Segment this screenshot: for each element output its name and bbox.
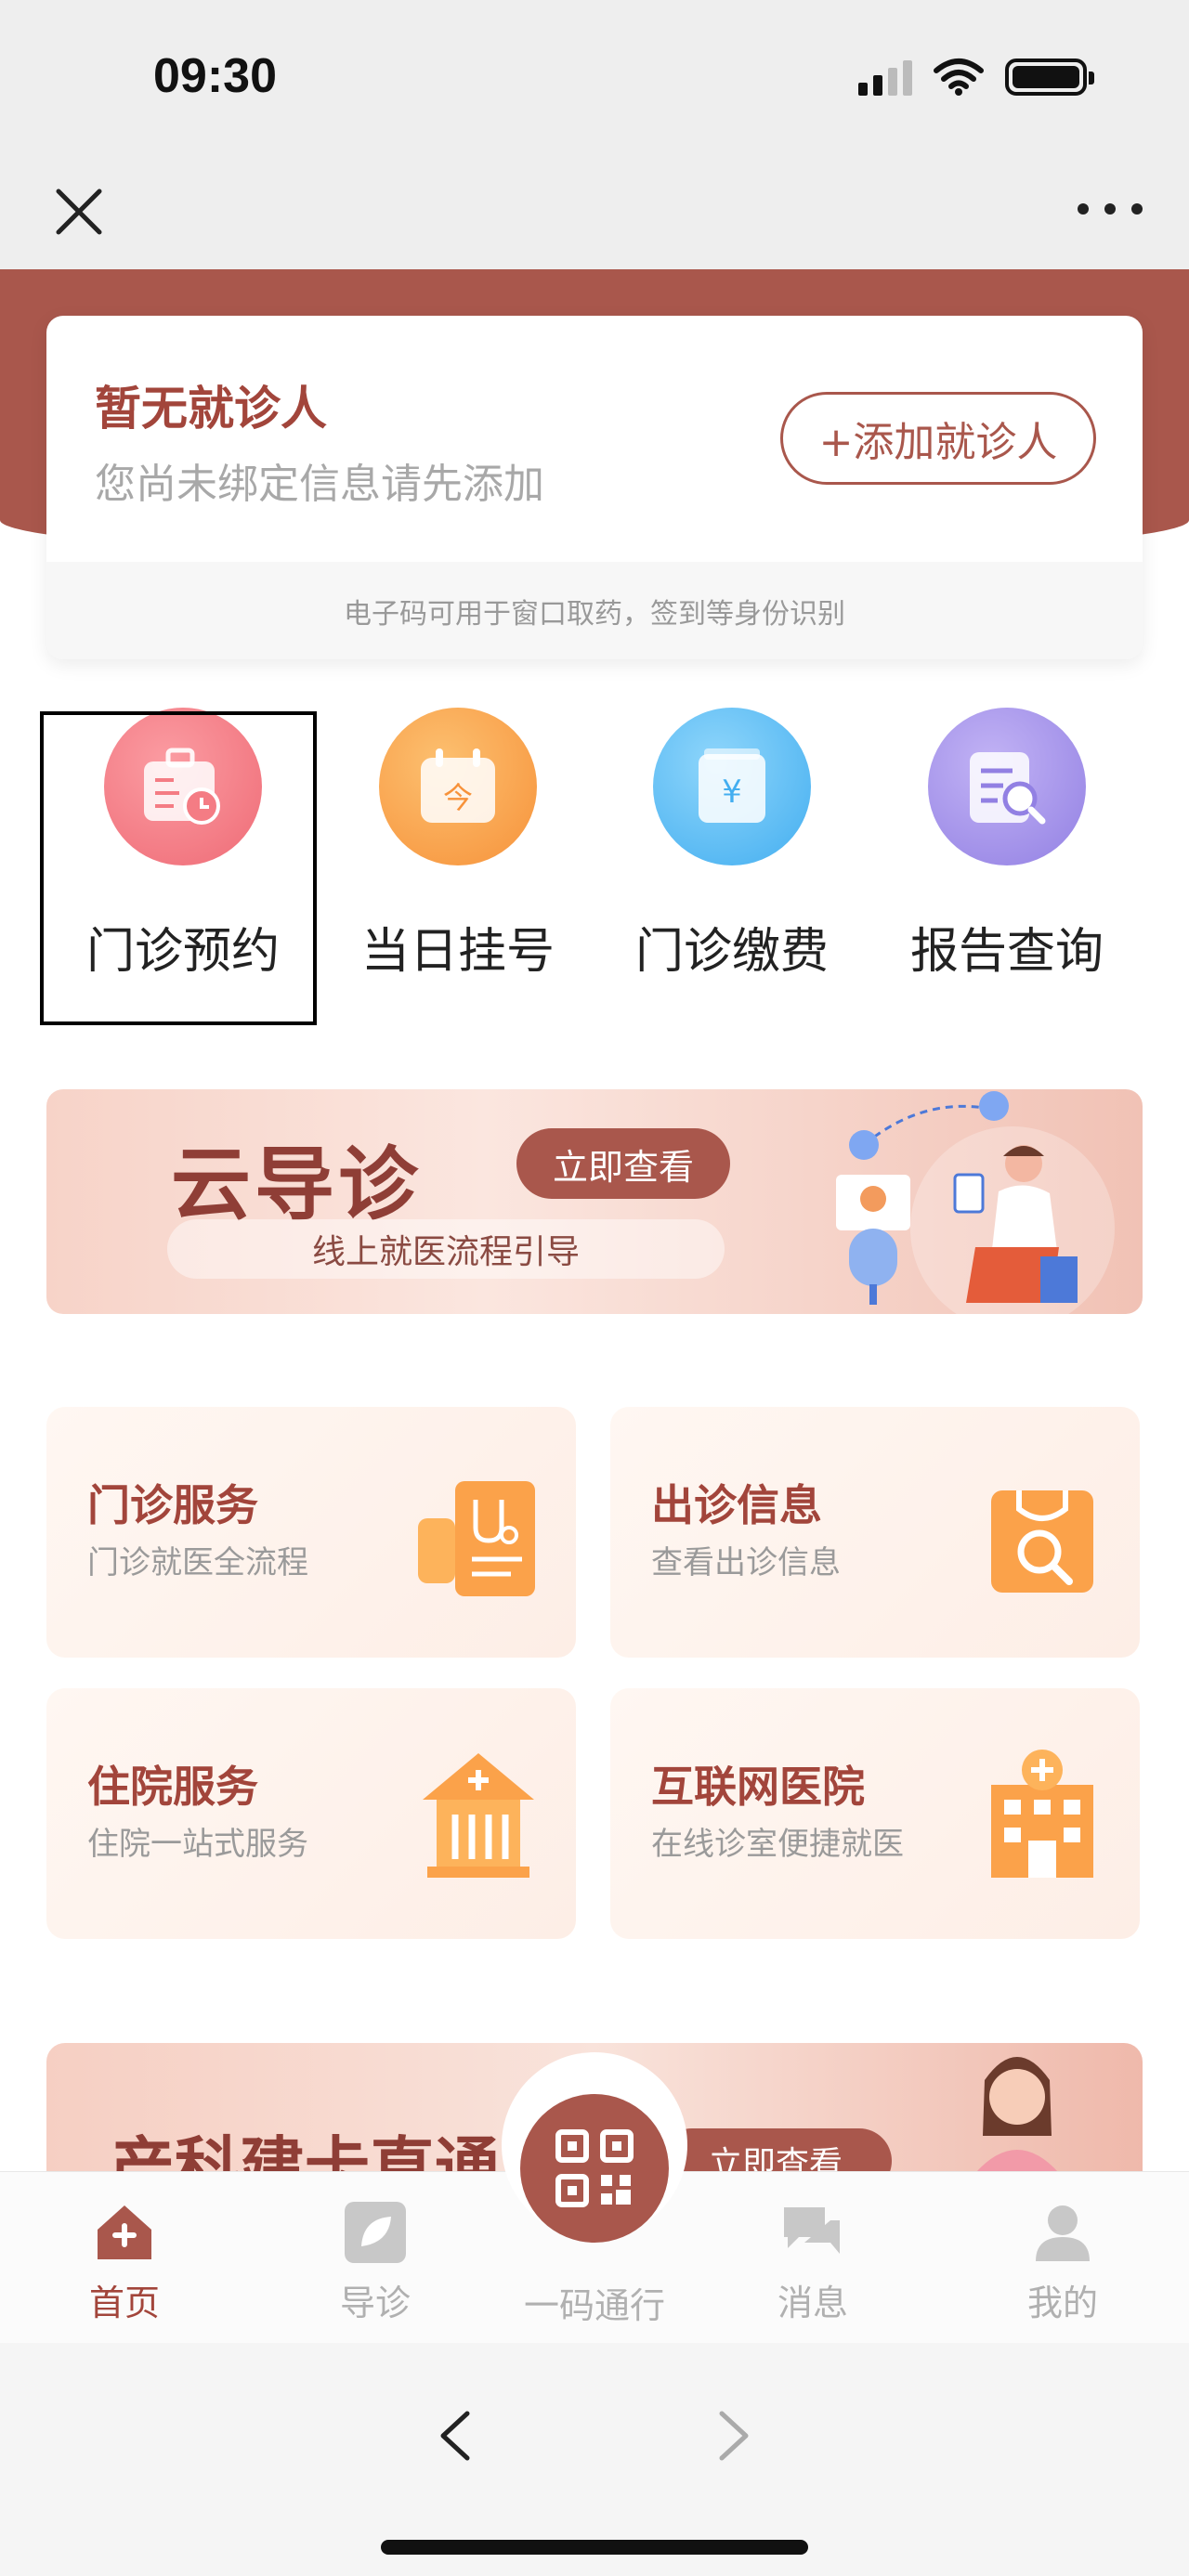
quick-action-outpatient-payment[interactable]: ¥ 门诊缴费 [611, 706, 853, 1021]
tab-label: 我的 [1026, 2283, 1098, 2323]
patient-title: 暂无就诊人 [95, 382, 327, 436]
service-card-outpatient[interactable]: 门诊服务 门诊就医全流程 [46, 1407, 576, 1658]
pregnant-woman-illustration [975, 2057, 1059, 2173]
quick-action-same-day-registration[interactable]: 今 当日挂号 [337, 706, 579, 1021]
report-search-icon [928, 708, 1086, 865]
svg-text:今: 今 [443, 780, 473, 815]
service-subtitle: 在线诊室便捷就医 [651, 1826, 904, 1863]
tab-qr-pass[interactable] [520, 2094, 669, 2243]
calendar-today-icon: 今 [379, 708, 537, 865]
user-icon [1036, 2205, 1090, 2261]
quick-action-label: 门诊缴费 [634, 924, 829, 980]
home-indicator[interactable] [381, 2540, 808, 2555]
patient-subtitle: 您尚未绑定信息请先添加 [95, 461, 544, 508]
service-title: 住院服务 [87, 1762, 258, 1812]
tab-guide[interactable]: 导诊 [292, 2200, 459, 2325]
payment-yen-icon: ¥ [653, 708, 811, 865]
status-icons [858, 58, 1094, 97]
nav-bar [0, 149, 1189, 269]
quick-action-label: 当日挂号 [360, 924, 555, 980]
close-icon[interactable] [51, 184, 107, 240]
service-subtitle: 门诊就医全流程 [87, 1544, 308, 1581]
service-subtitle: 查看出诊信息 [651, 1544, 841, 1581]
promo-banner-title: 产科建卡直通 [110, 2129, 500, 2173]
doctor-consult-illustration [836, 1091, 1115, 1314]
stethoscope-icon [418, 1481, 535, 1596]
status-time: 09:30 [153, 49, 277, 103]
guide-banner-title: 云导诊 [171, 1138, 422, 1231]
tab-label: 消息 [777, 2283, 848, 2323]
back-arrow-icon[interactable] [432, 2408, 478, 2464]
message-icon [784, 2207, 840, 2254]
service-title: 互联网医院 [651, 1762, 865, 1812]
cloud-guide-banner[interactable]: 云导诊 立即查看 线上就医流程引导 [46, 1089, 1143, 1314]
quick-action-label: 报告查询 [909, 924, 1104, 980]
tab-qr-label: 一码通行 [523, 2285, 665, 2326]
status-bar: 09:30 [0, 0, 1189, 149]
cellular-signal-icon [858, 59, 912, 96]
bag-search-icon [991, 1490, 1093, 1593]
tab-label: 首页 [88, 2283, 160, 2323]
svg-text:¥: ¥ [722, 774, 742, 811]
guide-view-now-button[interactable]: 立即查看 [516, 1128, 730, 1199]
forward-arrow-icon[interactable] [711, 2408, 757, 2464]
service-card-internet-hospital[interactable]: 互联网医院 在线诊室便捷就医 [610, 1688, 1140, 1939]
selection-highlight [40, 711, 317, 1025]
home-icon [98, 2205, 151, 2259]
guide-banner-subtitle: 线上就医流程引导 [167, 1219, 725, 1279]
guide-leaf-icon [345, 2202, 406, 2263]
add-patient-button[interactable]: +添加就诊人 [780, 392, 1096, 485]
tab-home[interactable]: 首页 [41, 2200, 208, 2325]
service-card-inpatient[interactable]: 住院服务 住院一站式服务 [46, 1688, 576, 1939]
qr-code-icon [555, 2129, 634, 2207]
quick-action-report-query[interactable]: 报告查询 [886, 706, 1128, 1021]
hospital-building-icon [423, 1753, 534, 1878]
internet-hospital-icon [991, 1750, 1093, 1878]
promo-view-now-button[interactable]: 立即查看 [660, 2128, 892, 2173]
battery-icon [1005, 59, 1094, 96]
service-title: 门诊服务 [87, 1480, 258, 1530]
more-options-icon[interactable] [1078, 195, 1143, 223]
wifi-icon [934, 59, 984, 96]
tab-label: 导诊 [339, 2283, 411, 2323]
patient-card-note: 电子码可用于窗口取药，签到等身份识别 [46, 562, 1143, 659]
tab-profile[interactable]: 我的 [979, 2200, 1146, 2325]
tab-messages[interactable]: 消息 [729, 2200, 896, 2325]
service-title: 出诊信息 [651, 1480, 822, 1530]
service-card-clinic-schedule[interactable]: 出诊信息 查看出诊信息 [610, 1407, 1140, 1658]
service-subtitle: 住院一站式服务 [87, 1826, 308, 1863]
patient-card: 暂无就诊人 您尚未绑定信息请先添加 +添加就诊人 电子码可用于窗口取药，签到等身… [46, 316, 1143, 659]
